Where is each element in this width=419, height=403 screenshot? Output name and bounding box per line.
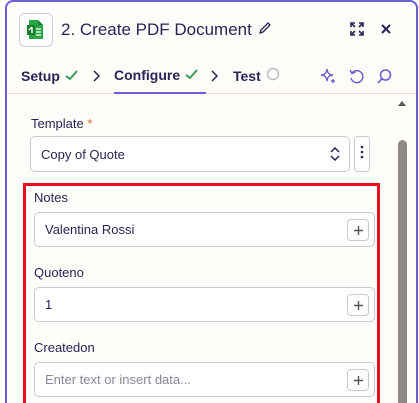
required-mark: *: [87, 116, 93, 131]
createdon-field[interactable]: Enter text or insert data...: [34, 362, 375, 397]
insert-data-button[interactable]: [347, 369, 369, 391]
quoteno-field[interactable]: 1: [34, 287, 375, 322]
undo-icon[interactable]: [345, 65, 367, 87]
notes-field[interactable]: Valentina Rossi: [34, 212, 375, 247]
insert-data-button[interactable]: [347, 219, 369, 241]
step-title[interactable]: 2. Create PDF Document: [61, 20, 272, 40]
highlighted-fields-box: Notes Valentina Rossi Quoteno 1 Createdo…: [23, 183, 380, 403]
sparkle-icon[interactable]: [317, 65, 339, 87]
template-label-text: Template: [31, 116, 84, 131]
tab-configure-label: Configure: [114, 66, 181, 83]
quoteno-label: Quoteno: [34, 265, 84, 280]
chevron-right-icon: [210, 69, 219, 85]
step-title-text: 2. Create PDF Document: [61, 20, 252, 39]
template-label: Template *: [31, 116, 92, 131]
template-select-value: Copy of Quote: [41, 146, 125, 162]
pdf-app-icon: [19, 13, 53, 47]
step-tabs: Setup Configure Test: [7, 57, 416, 94]
scrollbar-thumb[interactable]: [398, 140, 407, 403]
pending-circle-icon: [266, 67, 280, 84]
tab-test-label: Test: [233, 67, 261, 84]
notes-label: Notes: [34, 190, 68, 205]
notes-value: Valentina Rossi: [45, 222, 135, 237]
expand-icon[interactable]: [346, 18, 368, 40]
vertical-dots-icon: [360, 145, 364, 164]
chevron-right-icon: [92, 69, 101, 85]
scroll-up-arrow-icon[interactable]: [398, 101, 406, 106]
close-icon[interactable]: [375, 18, 397, 40]
scrollbar[interactable]: [395, 101, 409, 403]
tab-setup-label: Setup: [21, 67, 60, 84]
search-icon[interactable]: [373, 65, 395, 87]
step-editor-panel: 2. Create PDF Document Setup Configure T…: [5, 0, 418, 403]
check-icon: [65, 68, 78, 84]
chevron-up-down-icon: [330, 146, 340, 164]
tab-test[interactable]: Test: [233, 57, 280, 94]
check-icon: [185, 67, 198, 83]
panel-header: 2. Create PDF Document: [7, 2, 416, 56]
pencil-icon[interactable]: [258, 20, 272, 40]
configure-form: Template * Copy of Quote Notes Valentina…: [7, 95, 416, 403]
tab-setup[interactable]: Setup: [21, 57, 78, 94]
more-options-button[interactable]: [354, 136, 370, 172]
quoteno-value: 1: [45, 297, 53, 312]
insert-data-button[interactable]: [347, 294, 369, 316]
createdon-label: Createdon: [34, 340, 95, 355]
tab-configure[interactable]: Configure: [114, 57, 207, 94]
template-select[interactable]: Copy of Quote: [30, 136, 350, 172]
createdon-placeholder: Enter text or insert data...: [45, 372, 191, 387]
